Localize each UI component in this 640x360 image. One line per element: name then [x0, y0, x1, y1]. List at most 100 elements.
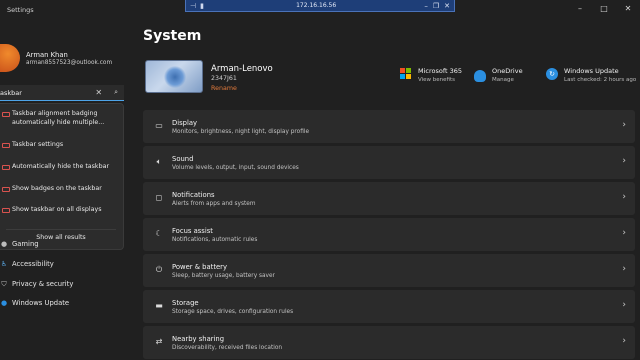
search-result[interactable]: Show badges on the taskbar: [0, 185, 122, 194]
moon-icon: ☾: [155, 229, 163, 238]
avatar[interactable]: [0, 44, 20, 72]
quick-link-title: OneDrive: [492, 67, 523, 75]
quick-link-title: Microsoft 365: [418, 67, 463, 75]
row-subtitle: Monitors, brightness, night light, displ…: [172, 129, 310, 135]
storage-icon: ▬: [155, 301, 163, 310]
search-box: ✕ ⌕: [0, 85, 124, 101]
row-title: Storage: [172, 299, 199, 307]
chevron-right-icon: ›: [622, 264, 626, 274]
search-result-label: Taskbar alignment badging automatically …: [12, 110, 105, 126]
user-email: arman8557523@outlook.com: [26, 60, 113, 66]
search-result-label: Automatically hide the taskbar: [12, 163, 110, 170]
quick-link-subtitle: View benefits: [418, 77, 456, 83]
search-result[interactable]: Automatically hide the taskbar: [0, 163, 122, 172]
windows-update-icon: ●: [0, 299, 8, 307]
close-icon[interactable]: ✕: [444, 2, 450, 10]
bloom-wallpaper: [164, 66, 186, 88]
sidebar-item-label: Privacy & security: [12, 280, 74, 288]
pin-icon[interactable]: ⊣: [190, 2, 196, 10]
bell-icon: ◻: [155, 193, 163, 202]
chevron-right-icon: ›: [622, 120, 626, 130]
display-icon: ▭: [155, 121, 163, 130]
settings-row-storage[interactable]: ▬ Storage Storage space, drives, configu…: [143, 290, 635, 323]
search-result-label: Taskbar settings: [12, 141, 64, 148]
row-subtitle: Discoverability, received files location: [172, 345, 283, 351]
chevron-right-icon: ›: [622, 192, 626, 202]
quick-link-subtitle: Manage: [492, 77, 514, 83]
gaming-icon: ●: [0, 240, 8, 248]
search-result-label: Show taskbar on all displays: [12, 206, 102, 213]
row-title: Focus assist: [172, 227, 213, 235]
settings-row-sound[interactable]: 🔈︎ Sound Volume levels, output, input, s…: [143, 146, 635, 179]
quick-link-windows-update[interactable]: ↻ Windows Update Last checked: 2 hours a…: [546, 67, 636, 85]
chevron-right-icon: ›: [622, 336, 626, 346]
speaker-icon: 🔈︎: [156, 157, 162, 166]
sidebar-item-privacy[interactable]: ⛉ Privacy & security: [0, 278, 73, 290]
device-name: Arman-Lenovo: [211, 64, 273, 74]
maximize-button[interactable]: □: [592, 0, 616, 16]
taskbar-icon: [2, 208, 10, 213]
search-result[interactable]: Taskbar alignment badging automatically …: [0, 110, 122, 127]
microsoft-365-icon: [400, 68, 412, 80]
onedrive-icon: [474, 70, 486, 82]
window-title: Settings: [7, 6, 34, 14]
search-icon[interactable]: ⌕: [114, 88, 118, 97]
row-title: Nearby sharing: [172, 335, 225, 343]
row-title: Power & battery: [172, 263, 227, 271]
device-wallpaper-thumbnail: [145, 60, 203, 93]
signal-icon: ▮: [200, 1, 204, 10]
row-title: Display: [172, 119, 198, 127]
device-model: 2347J61: [211, 75, 237, 82]
minimize-button[interactable]: –: [568, 0, 592, 16]
sidebar-item-gaming[interactable]: ● Gaming: [0, 238, 39, 250]
shield-icon: ⛉: [1, 279, 7, 288]
settings-row-display[interactable]: ▭ Display Monitors, brightness, night li…: [143, 110, 635, 143]
search-results-dropdown: Taskbar alignment badging automatically …: [0, 103, 124, 250]
quick-link-onedrive[interactable]: OneDrive Manage: [474, 67, 523, 85]
row-subtitle: Sleep, battery usage, battery saver: [172, 273, 275, 279]
search-input[interactable]: [0, 88, 96, 97]
rename-link[interactable]: Rename: [211, 85, 237, 92]
settings-row-notifications[interactable]: ◻ Notifications Alerts from apps and sys…: [143, 182, 635, 215]
search-result-label: Show badges on the taskbar: [12, 185, 102, 192]
remote-connection-bar: ⊣ ▮ 172.16.16.56 – ❐ ✕: [185, 0, 455, 12]
row-subtitle: Notifications, automatic rules: [172, 237, 258, 243]
settings-row-nearby-sharing[interactable]: ⇄ Nearby sharing Discoverability, receiv…: [143, 326, 635, 359]
row-subtitle: Storage space, drives, configuration rul…: [172, 309, 294, 315]
window-controls: – □ ✕: [568, 0, 640, 16]
close-button[interactable]: ✕: [616, 0, 640, 16]
taskbar-icon: [2, 187, 10, 192]
search-result[interactable]: Show taskbar on all displays: [0, 206, 122, 215]
page-title: System: [143, 28, 202, 44]
settings-row-focus-assist[interactable]: ☾ Focus assist Notifications, automatic …: [143, 218, 635, 251]
sidebar-item-label: Gaming: [12, 240, 39, 248]
clear-icon[interactable]: ✕: [95, 88, 102, 97]
row-title: Notifications: [172, 191, 215, 199]
settings-row-power-battery[interactable]: ⏻ Power & battery Sleep, battery usage, …: [143, 254, 635, 287]
taskbar-icon: [2, 112, 10, 117]
row-title: Sound: [172, 155, 194, 163]
power-icon: ⏻: [155, 265, 163, 274]
taskbar-icon: [2, 143, 10, 148]
divider: [6, 229, 116, 230]
sidebar-item-label: Accessibility: [12, 260, 54, 268]
sidebar-item-label: Windows Update: [12, 299, 70, 307]
row-subtitle: Volume levels, output, input, sound devi…: [172, 165, 299, 171]
row-subtitle: Alerts from apps and system: [172, 201, 256, 207]
quick-link-title: Windows Update: [564, 67, 619, 75]
sidebar-item-windows-update[interactable]: ● Windows Update: [0, 297, 69, 309]
chevron-right-icon: ›: [622, 228, 626, 238]
search-result[interactable]: Taskbar settings: [0, 141, 122, 150]
quick-link-microsoft-365[interactable]: Microsoft 365 View benefits: [400, 67, 462, 85]
accessibility-icon: ♿: [0, 260, 8, 268]
minimize-icon[interactable]: –: [424, 2, 428, 10]
sidebar: Arman Khan arman8557523@outlook.com ✕ ⌕ …: [0, 16, 128, 360]
restore-icon[interactable]: ❐: [433, 2, 439, 10]
chevron-right-icon: ›: [622, 156, 626, 166]
windows-update-icon: ↻: [546, 68, 558, 80]
remote-host-title: 172.16.16.56: [296, 2, 337, 9]
share-icon: ⇄: [155, 337, 163, 346]
chevron-right-icon: ›: [622, 300, 626, 310]
quick-link-subtitle: Last checked: 2 hours ago: [564, 77, 637, 83]
sidebar-item-accessibility[interactable]: ♿ Accessibility: [0, 258, 54, 270]
